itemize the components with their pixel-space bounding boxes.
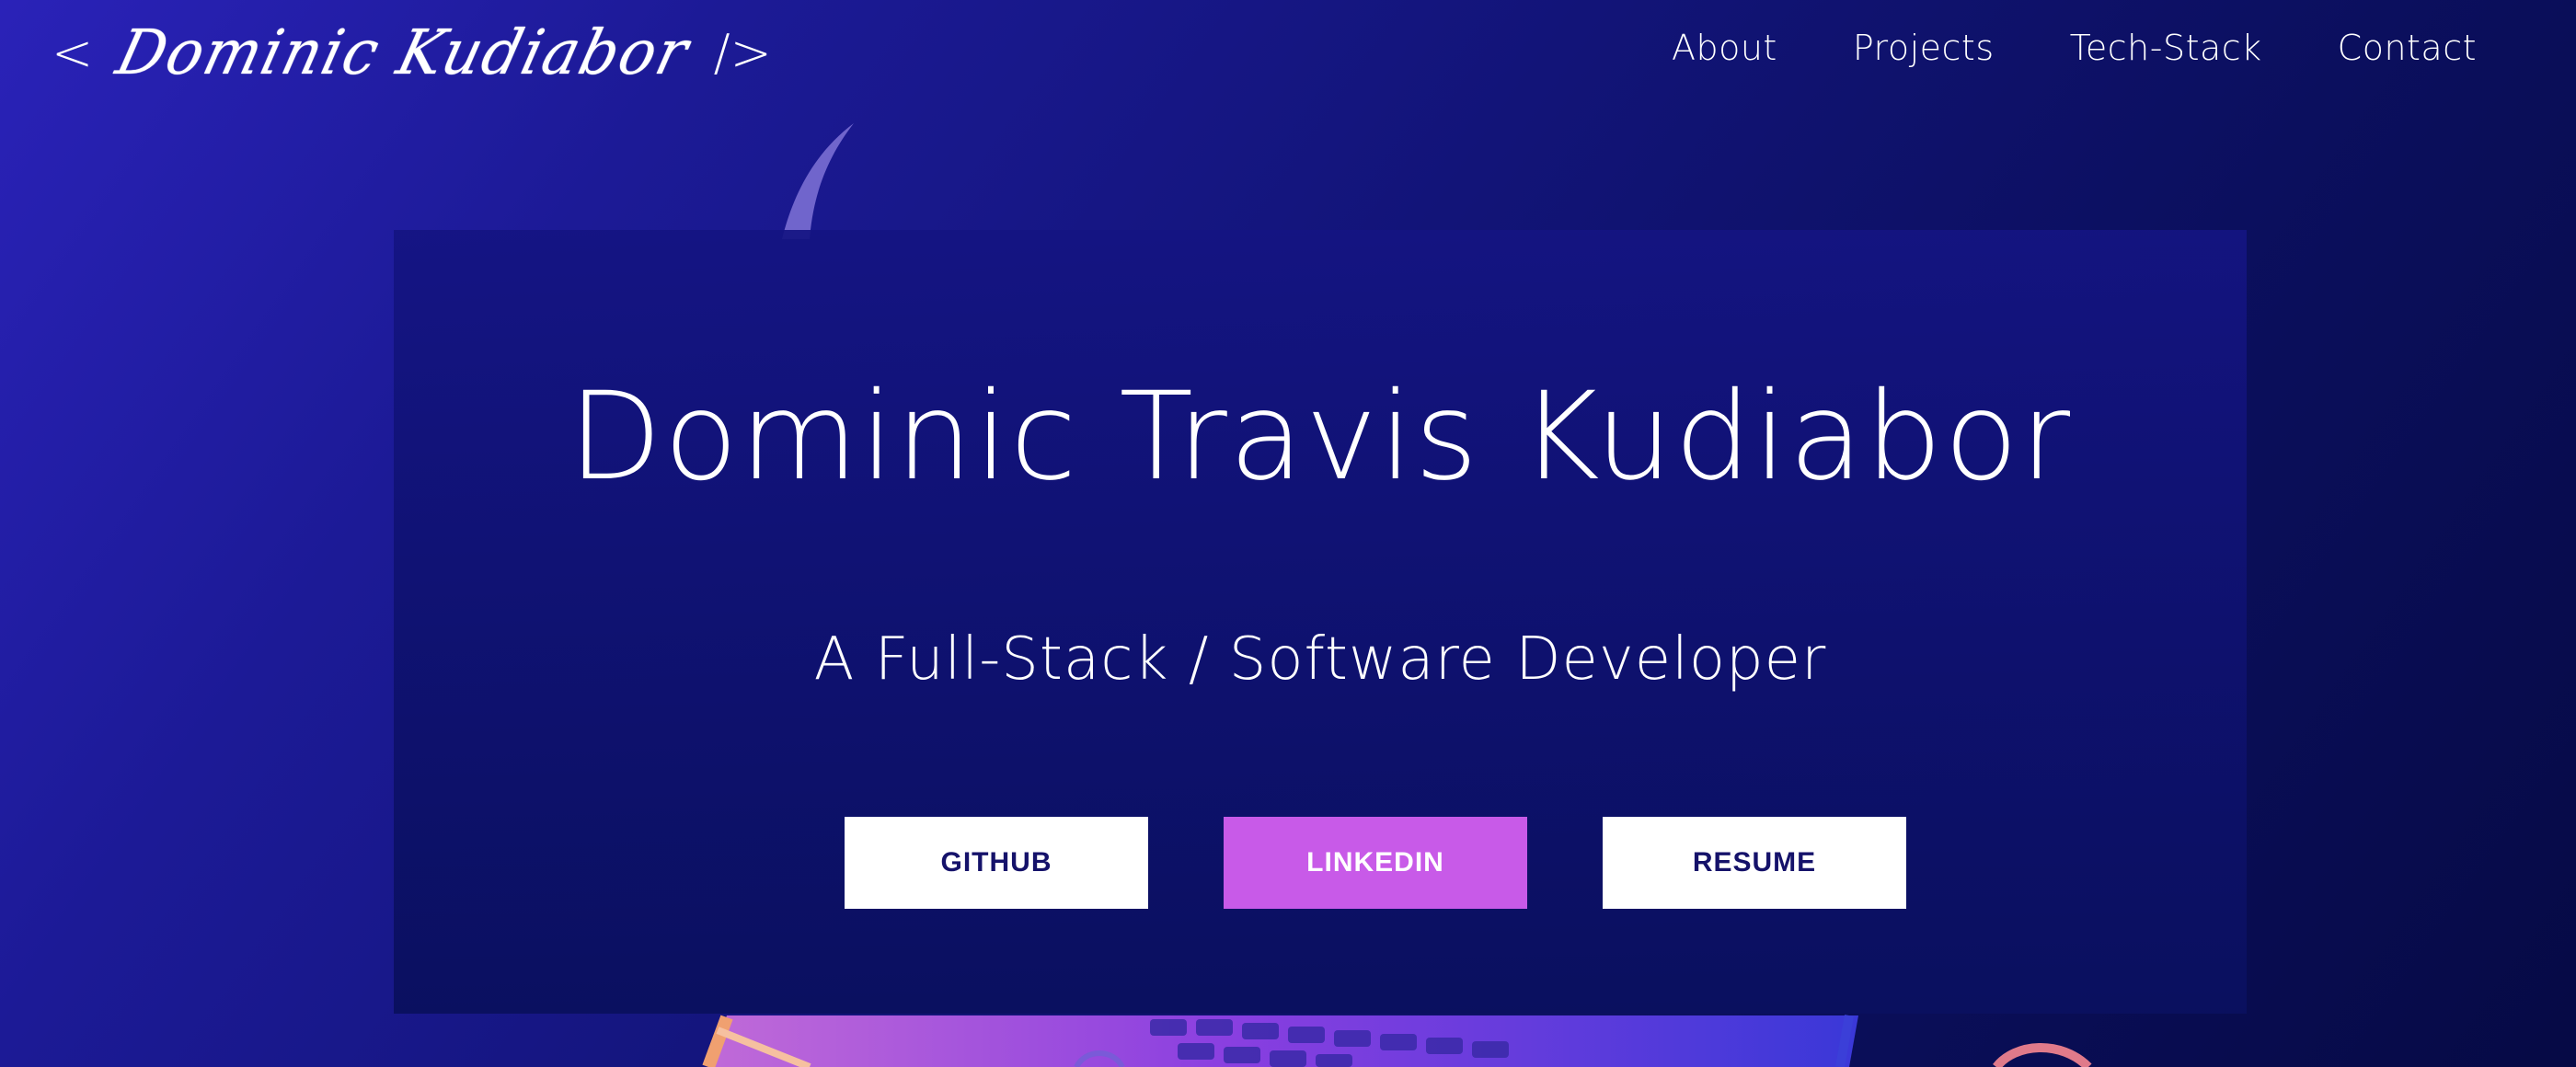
logo-close-bracket: /> — [713, 24, 772, 82]
laptop-illustration — [702, 1015, 2092, 1067]
linkedin-button[interactable]: LINKEDIN — [1224, 817, 1527, 909]
logo-signature: Dominic Kudiabor — [109, 17, 697, 89]
top-navigation: < Dominic Kudiabor /> About Projects Tec… — [0, 0, 2576, 110]
nav-link-tech-stack[interactable]: Tech-Stack — [1995, 28, 2262, 68]
github-button[interactable]: GITHUB — [845, 817, 1148, 909]
nav-link-about[interactable]: About — [1596, 28, 1777, 68]
nav-link-contact[interactable]: Contact — [2262, 28, 2477, 68]
hero-subtitle: A Full-Stack / Software Developer — [813, 625, 1827, 694]
nav-link-projects[interactable]: Projects — [1777, 28, 1995, 68]
site-logo[interactable]: < Dominic Kudiabor /> — [52, 7, 772, 99]
hero-card: Dominic Travis Kudiabor A Full-Stack / S… — [394, 230, 2247, 1014]
logo-open-bracket: < — [52, 24, 94, 82]
hero-name: Dominic Travis Kudiabor — [568, 366, 2073, 508]
resume-button[interactable]: RESUME — [1603, 817, 1906, 909]
crescent-shape — [782, 123, 854, 239]
hero-button-group: GITHUB LINKEDIN RESUME — [845, 817, 1906, 909]
nav-links: About Projects Tech-Stack Contact — [1596, 28, 2477, 68]
